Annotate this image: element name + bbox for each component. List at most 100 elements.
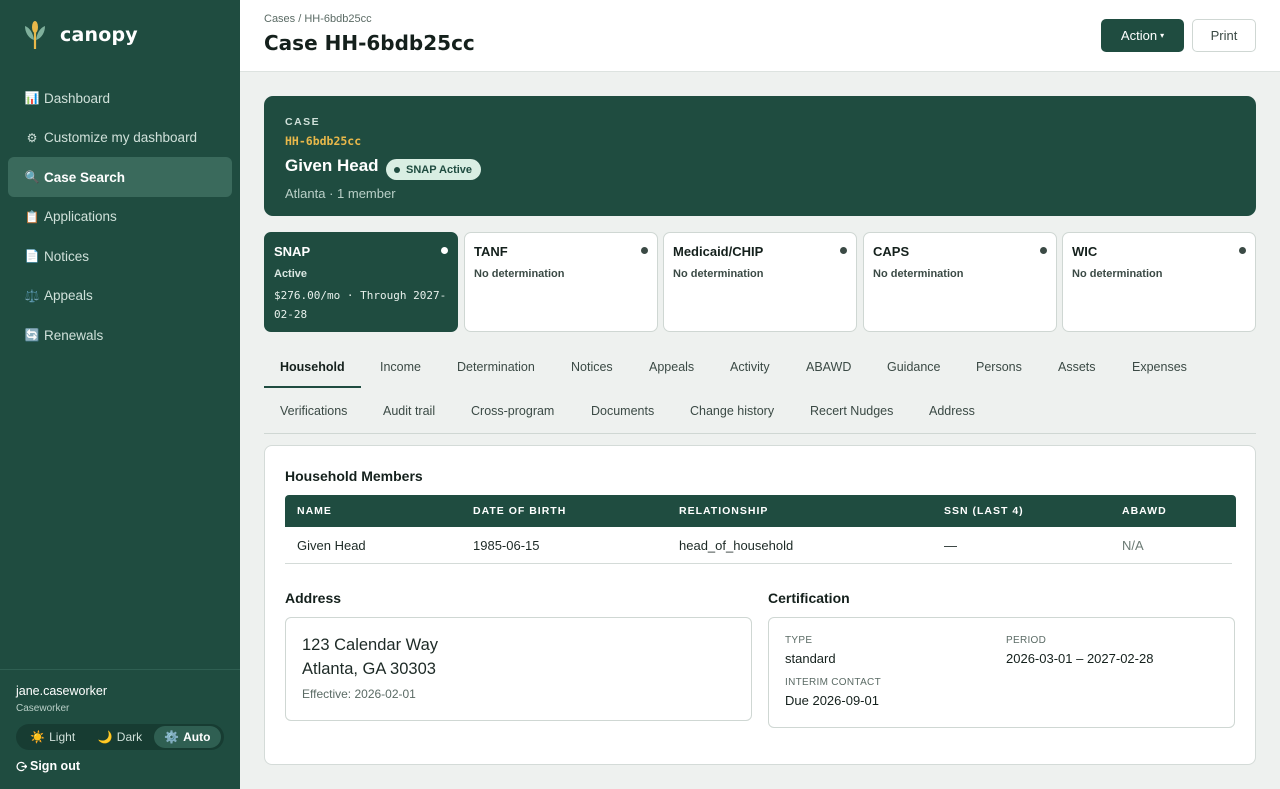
status-dot-icon — [1040, 247, 1047, 254]
status-dot-icon — [441, 247, 448, 254]
app-name: canopy — [60, 24, 138, 46]
cert-interim-label: INTERIM CONTACT — [785, 677, 881, 688]
tab-verifications[interactable]: Verifications — [280, 404, 347, 418]
theme-switcher: ☀️ Light 🌙 Dark ⚙️ Auto — [16, 724, 224, 750]
program-status: No determination — [673, 268, 764, 280]
page-header: Cases / HH-6bdb25cc Case HH-6bdb25cc Act… — [240, 0, 1280, 72]
user-name: jane.caseworker — [16, 684, 108, 698]
tab-income[interactable]: Income — [380, 360, 421, 374]
members-table-header: NAME DATE OF BIRTH RELATIONSHIP SSN (LAS… — [285, 495, 1236, 527]
tab-assets[interactable]: Assets — [1058, 360, 1096, 374]
program-name: SNAP — [274, 244, 311, 259]
sidebar-item-label: Notices — [44, 248, 90, 264]
action-button-label: Action — [1120, 28, 1158, 43]
sidebar-item-case-search[interactable]: 🔍 Case Search — [8, 157, 232, 197]
sidebar-item-label: Appeals — [44, 288, 93, 303]
moon-icon: 🌙 — [97, 730, 113, 744]
column-header-relationship: RELATIONSHIP — [679, 505, 769, 517]
tab-change-history[interactable]: Change history — [690, 404, 774, 418]
program-status: Active — [274, 268, 308, 280]
cell-name: Given Head — [297, 538, 366, 553]
tab-cross-program[interactable]: Cross-program — [471, 404, 554, 418]
tab-activity[interactable]: Activity — [730, 360, 770, 374]
household-members-title: Household Members — [285, 468, 423, 484]
chevron-down-icon: ▾ — [1160, 31, 1165, 40]
sidebar-item-label: Case Search — [44, 169, 126, 185]
column-header-dob: DATE OF BIRTH — [473, 505, 567, 517]
active-tab-indicator — [264, 386, 361, 388]
tab-notices[interactable]: Notices — [571, 360, 613, 374]
tab-audit-trail[interactable]: Audit trail — [383, 404, 435, 418]
program-name: TANF — [474, 244, 508, 259]
program-card-medicaid[interactable]: Medicaid/CHIP No determination — [663, 232, 857, 332]
tab-address[interactable]: Address — [929, 404, 975, 418]
cell-ssn: — — [944, 538, 957, 553]
tab-expenses[interactable]: Expenses — [1132, 360, 1187, 374]
sidebar-item-renewals[interactable]: 🔄 Renewals — [8, 315, 232, 355]
sign-out-link[interactable]: Sign out — [16, 759, 80, 773]
brand[interactable]: canopy — [22, 20, 138, 50]
theme-auto-button[interactable]: ⚙️ Auto — [153, 726, 221, 748]
address-title: Address — [285, 590, 342, 606]
status-dot-icon — [641, 247, 648, 254]
scales-icon: ⚖️ — [24, 288, 40, 303]
theme-dark-label: Dark — [116, 730, 143, 744]
sign-out-icon — [16, 761, 27, 771]
action-button[interactable]: Action ▾ — [1101, 19, 1184, 52]
program-card-snap[interactable]: SNAP Active $276.00/mo · Through 2027-02… — [264, 232, 458, 332]
tab-abawd[interactable]: ABAWD — [806, 360, 851, 374]
program-card-tanf[interactable]: TANF No determination — [464, 232, 658, 332]
status-dot-icon — [394, 166, 400, 173]
column-header-abawd: ABAWD — [1122, 505, 1167, 517]
tab-determination[interactable]: Determination — [457, 360, 535, 374]
household-panel: Household Members NAME DATE OF BIRTH REL… — [264, 445, 1256, 765]
status-dot-icon — [1239, 247, 1246, 254]
gear-icon: ⚙ — [26, 130, 38, 145]
program-name: Medicaid/CHIP — [673, 244, 764, 259]
sun-icon: ☀️ — [30, 730, 46, 744]
case-meta: Atlanta · 1 member — [285, 186, 396, 201]
cert-type-value: standard — [785, 651, 836, 666]
sidebar-item-label: Customize my dashboard — [44, 130, 198, 145]
tab-recert-nudges[interactable]: Recert Nudges — [810, 404, 893, 418]
program-detail: $276.00/mo · Through 2027-02-28 — [274, 289, 447, 321]
print-button[interactable]: Print — [1192, 19, 1256, 52]
sidebar-nav: 📊 Dashboard ⚙ Customize my dashboard 🔍 C… — [8, 78, 232, 355]
sidebar-item-applications[interactable]: 📋 Applications — [8, 197, 232, 237]
certification-title: Certification — [768, 590, 850, 606]
address-card: 123 Calendar Way Atlanta, GA 30303 Effec… — [285, 617, 752, 721]
program-card-wic[interactable]: WIC No determination — [1062, 232, 1256, 332]
sidebar-item-dashboard[interactable]: 📊 Dashboard — [8, 78, 232, 118]
user-role: Caseworker — [16, 703, 70, 714]
sidebar-item-label: Renewals — [44, 327, 104, 343]
program-status: No determination — [1072, 268, 1163, 280]
tab-documents[interactable]: Documents — [591, 404, 654, 418]
program-name: CAPS — [873, 244, 910, 259]
case-summary-card: CASE HH-6bdb25cc Given Head SNAP Active … — [264, 96, 1256, 216]
table-row[interactable]: Given Head 1985-06-15 head_of_household … — [285, 527, 1232, 564]
sign-out-label: Sign out — [30, 759, 80, 773]
sidebar-item-customize[interactable]: ⚙ Customize my dashboard — [8, 118, 232, 158]
clipboard-icon: 📋 — [24, 209, 40, 224]
sidebar-item-appeals[interactable]: ⚖️ Appeals — [8, 276, 232, 316]
theme-dark-button[interactable]: 🌙 Dark — [86, 726, 153, 748]
document-icon: 📄 — [24, 249, 40, 263]
chart-icon: 📊 — [24, 91, 40, 105]
program-card-caps[interactable]: CAPS No determination — [863, 232, 1057, 332]
theme-light-button[interactable]: ☀️ Light — [19, 726, 86, 748]
program-status: No determination — [474, 268, 565, 280]
address-effective: Effective: 2026-02-01 — [302, 687, 416, 701]
breadcrumb[interactable]: Cases / HH-6bdb25cc — [264, 13, 372, 25]
search-icon: 🔍 — [24, 170, 40, 184]
user-panel: jane.caseworker Caseworker ☀️ Light 🌙 Da… — [0, 669, 240, 789]
tab-appeals[interactable]: Appeals — [649, 360, 694, 374]
gear-icon: ⚙️ — [164, 730, 180, 744]
tab-household[interactable]: Household — [280, 360, 345, 374]
sidebar-item-label: Applications — [44, 209, 117, 224]
tab-guidance[interactable]: Guidance — [887, 360, 941, 374]
wheat-logo-icon — [25, 21, 45, 49]
tab-persons[interactable]: Persons — [976, 360, 1022, 374]
cell-relationship: head_of_household — [679, 538, 794, 553]
sidebar-item-notices[interactable]: 📄 Notices — [8, 236, 232, 276]
cell-dob: 1985-06-15 — [473, 538, 540, 553]
